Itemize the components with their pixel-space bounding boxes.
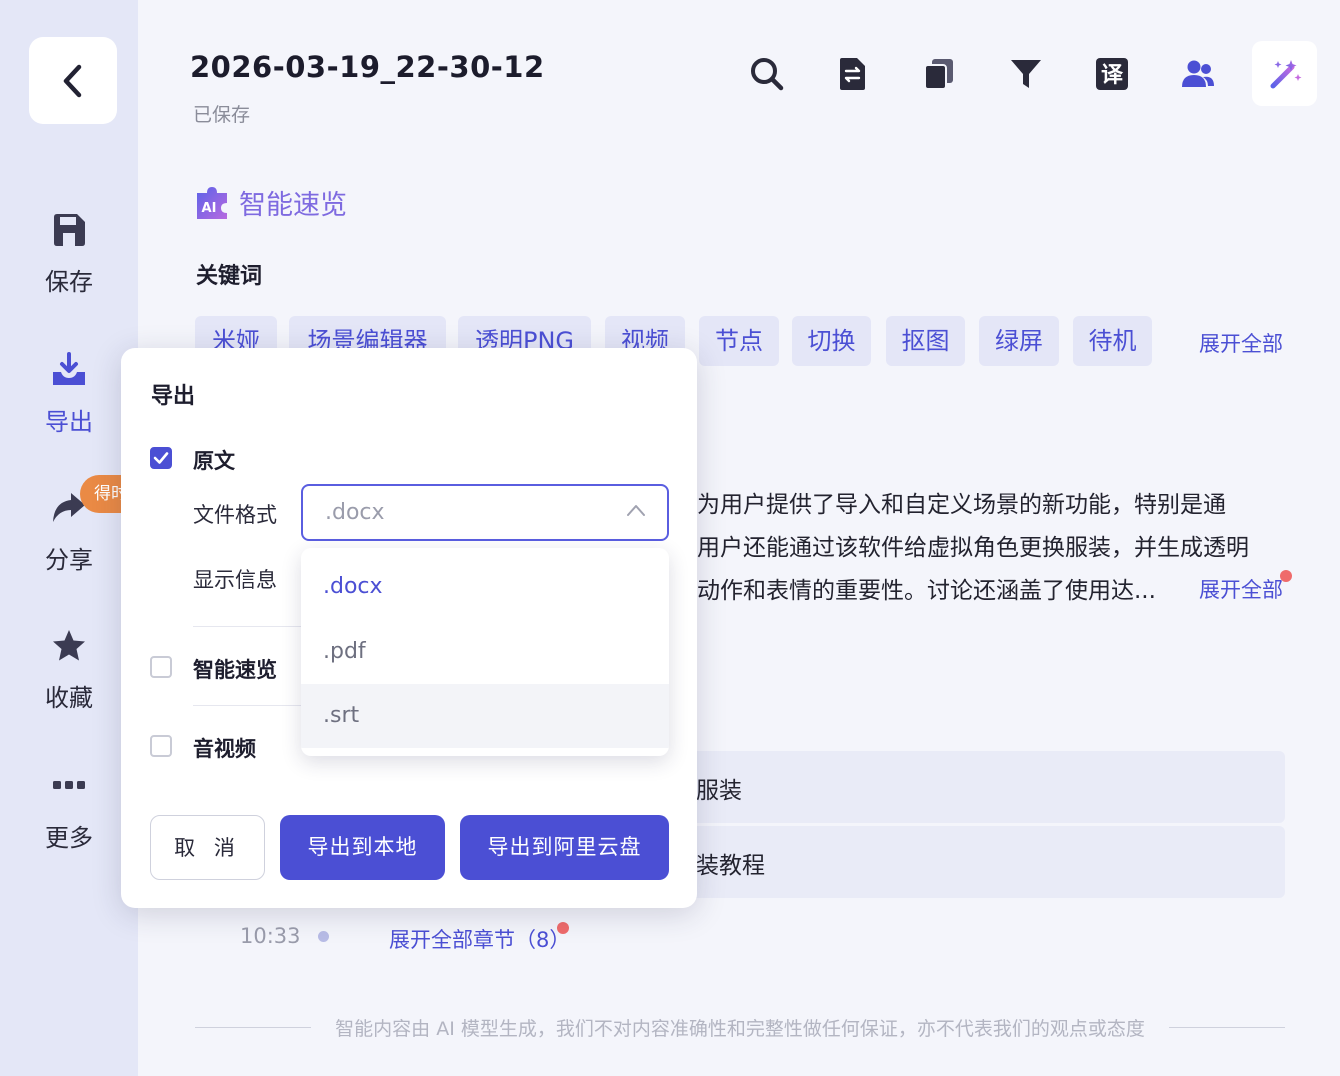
chevron-up-icon xyxy=(627,505,645,516)
star-icon xyxy=(53,630,85,661)
sidebar-item-save[interactable]: 保存 xyxy=(0,212,138,297)
file-format-select[interactable]: .docx xyxy=(301,484,669,541)
users-icon xyxy=(1182,60,1214,87)
save-icon xyxy=(54,214,85,246)
keyword-tag[interactable]: 节点 xyxy=(699,316,779,366)
translate-glyph: 译 xyxy=(1101,63,1124,88)
disclaimer-text: 智能内容由 AI 模型生成，我们不对内容准确性和完整性做任何保证，亦不代表我们的… xyxy=(335,1018,1145,1040)
divider xyxy=(193,705,303,706)
search-button[interactable] xyxy=(745,52,789,96)
summary-text-line: 动作和表情的重要性。讨论还涵盖了使用达... xyxy=(697,578,1156,604)
export-icon xyxy=(53,352,85,385)
smart-summary-label[interactable]: 智能速览 xyxy=(193,654,277,684)
chapter-title: 装教程 xyxy=(696,853,765,879)
filter-button[interactable] xyxy=(1004,52,1048,96)
smart-summary-checkbox[interactable] xyxy=(150,656,172,678)
file-format-label: 文件格式 xyxy=(193,503,277,527)
ai-disclaimer: 智能内容由 AI 模型生成，我们不对内容准确性和完整性做任何保证，亦不代表我们的… xyxy=(195,1014,1285,1041)
dialog-title: 导出 xyxy=(151,384,196,409)
ai-badge-text: AI xyxy=(202,201,217,216)
sidebar-item-label: 导出 xyxy=(45,408,93,436)
sidebar-item-favorite[interactable]: 收藏 xyxy=(0,628,138,713)
back-button[interactable] xyxy=(29,37,117,124)
keyword-tag[interactable]: 抠图 xyxy=(886,316,965,366)
magic-wand-icon xyxy=(1270,59,1301,88)
chapters-expand-link[interactable]: 展开全部章节（8） xyxy=(389,924,570,954)
sidebar-item-more[interactable]: 更多 xyxy=(0,768,138,853)
file-swap-icon xyxy=(840,58,865,90)
export-local-button[interactable]: 导出到本地 xyxy=(280,815,445,880)
sidebar-item-label: 保存 xyxy=(45,268,93,296)
chevron-left-icon xyxy=(63,64,82,97)
sidebar-item-label: 更多 xyxy=(45,824,93,852)
translate-button[interactable]: 译 xyxy=(1090,52,1134,96)
keyword-tag[interactable]: 切换 xyxy=(792,316,871,366)
file-format-dropdown: .docx .pdf .srt xyxy=(301,548,669,756)
copy-icon xyxy=(924,59,953,90)
file-swap-button[interactable] xyxy=(831,52,875,96)
keyword-tag[interactable]: 绿屏 xyxy=(979,316,1059,366)
summary-expand-link[interactable]: 展开全部 xyxy=(1199,574,1283,604)
copy-button[interactable] xyxy=(917,52,961,96)
more-icon xyxy=(53,781,85,789)
keyword-tag[interactable]: 待机 xyxy=(1073,316,1152,366)
format-option-docx[interactable]: .docx xyxy=(301,555,669,619)
format-option-pdf[interactable]: .pdf xyxy=(301,620,669,684)
summary-text-line: 用户还能通过该软件给虚拟角色更换服装，并生成透明 xyxy=(697,535,1249,561)
ai-summary-title: 智能速览 xyxy=(239,190,347,221)
checkmark-icon xyxy=(153,452,169,464)
format-option-srt[interactable]: .srt xyxy=(301,684,669,748)
cancel-button[interactable]: 取 消 xyxy=(150,815,265,880)
page-title[interactable]: 2026-03-19_22-30-12 xyxy=(190,50,545,84)
ai-puzzle-icon: AI xyxy=(197,186,227,219)
summary-text-line: 为用户提供了导入和自定义场景的新功能，特别是通 xyxy=(697,492,1226,518)
ai-summary-heading: AI 智能速览 xyxy=(195,183,347,222)
sidebar-item-export[interactable]: 导出 xyxy=(0,352,138,437)
filter-icon xyxy=(1011,60,1041,88)
chapter-title: 服装 xyxy=(696,778,742,804)
original-text-label[interactable]: 原文 xyxy=(193,445,235,475)
notification-dot xyxy=(557,922,569,934)
search-icon xyxy=(751,58,784,91)
divider xyxy=(193,626,303,627)
timeline-dot xyxy=(318,931,329,942)
chapter-timestamp: 10:33 xyxy=(240,924,301,948)
notification-dot xyxy=(1280,570,1292,582)
sidebar-item-label: 收藏 xyxy=(45,684,93,712)
file-format-value: .docx xyxy=(325,500,385,525)
sidebar-item-label: 分享 xyxy=(45,546,93,574)
users-button[interactable] xyxy=(1176,52,1220,96)
translate-icon: 译 xyxy=(1096,58,1128,90)
keywords-heading: 关键词 xyxy=(196,264,263,289)
save-status: 已保存 xyxy=(193,104,251,126)
divider xyxy=(195,1027,312,1028)
keywords-expand-link[interactable]: 展开全部 xyxy=(1199,328,1283,358)
ai-magic-button[interactable] xyxy=(1252,41,1317,106)
original-text-checkbox[interactable] xyxy=(150,447,172,469)
audio-video-label[interactable]: 音视频 xyxy=(193,733,256,763)
export-cloud-button[interactable]: 导出到阿里云盘 xyxy=(460,815,669,880)
display-info-label: 显示信息 xyxy=(193,568,277,592)
divider xyxy=(1168,1027,1285,1028)
sidebar: 保存 导出 分享 收藏 更多 得时 xyxy=(0,0,138,1076)
audio-video-checkbox[interactable] xyxy=(150,735,172,757)
